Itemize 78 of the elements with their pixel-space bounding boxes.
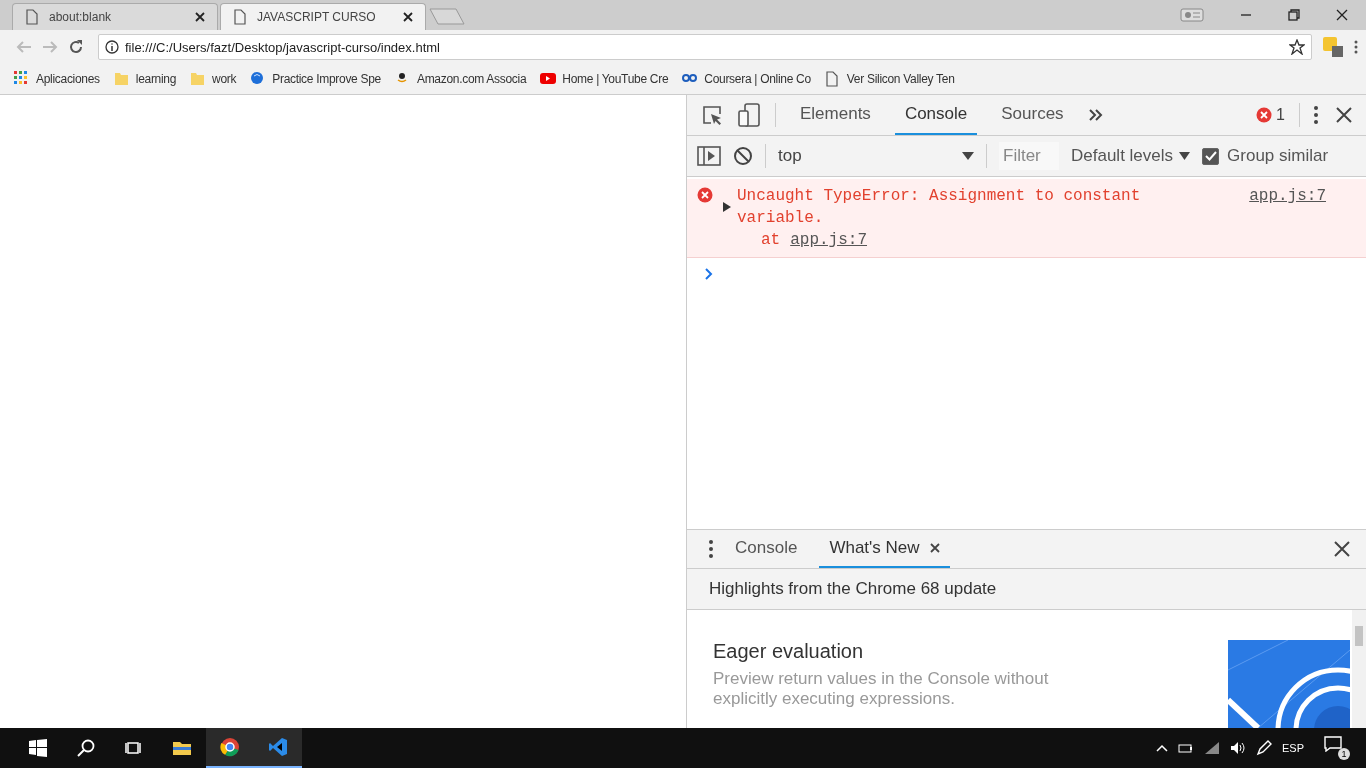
close-icon[interactable] — [195, 12, 205, 22]
bookmark[interactable]: learning — [113, 71, 177, 87]
source-link[interactable]: app.js:7 — [790, 229, 867, 251]
page-icon — [25, 9, 39, 25]
message-icon — [1324, 736, 1342, 752]
bookmark[interactable]: Amazon.com Associa — [394, 71, 527, 87]
address-bar[interactable]: file:///C:/Users/fazt/Desktop/javascript-curso/index.html — [98, 34, 1312, 60]
dropdown-icon — [1179, 152, 1191, 160]
person-icon[interactable] — [1180, 8, 1204, 22]
bookmark[interactable]: Aplicaciones — [14, 71, 100, 87]
dropdown-icon — [962, 152, 974, 160]
menu-icon[interactable] — [709, 540, 713, 558]
notification-badge: 1 — [1338, 748, 1350, 760]
error-message: Uncaught TypeError: Assignment to constant variable. — [737, 186, 1142, 229]
filter-field[interactable]: Filter — [999, 142, 1059, 170]
code-editor-icon — [268, 737, 288, 757]
close-icon[interactable] — [929, 543, 940, 553]
close-icon[interactable] — [403, 12, 413, 22]
info-icon — [105, 40, 119, 54]
folder-icon — [113, 71, 130, 87]
search-icon[interactable] — [77, 739, 95, 757]
battery-icon[interactable] — [1178, 742, 1194, 754]
device-icon[interactable] — [737, 103, 761, 127]
wifi-icon[interactable] — [1204, 741, 1220, 755]
play-icon — [540, 71, 557, 87]
inspect-icon[interactable] — [701, 104, 723, 126]
error-icon — [1256, 107, 1273, 123]
star-icon[interactable] — [1289, 39, 1305, 55]
browser-tab[interactable]: JAVASCRIPT CURSO — [220, 3, 426, 30]
folder-icon — [190, 71, 207, 87]
page-icon — [233, 9, 247, 25]
error-counter[interactable]: 1 — [1256, 106, 1285, 124]
bookmark[interactable]: Practice Improve Spe — [250, 71, 381, 87]
bookmark[interactable]: work — [190, 71, 237, 87]
reload-icon[interactable] — [68, 39, 84, 55]
checkbox[interactable] — [1202, 147, 1220, 165]
devtools-tab[interactable]: Elements — [790, 95, 881, 135]
menu-icon[interactable] — [1354, 40, 1358, 54]
clear-icon[interactable] — [733, 146, 753, 166]
context-select[interactable]: top — [778, 146, 974, 166]
taskbar-app[interactable] — [254, 728, 302, 768]
expand-triangle-icon[interactable] — [723, 202, 731, 212]
close-icon[interactable] — [1336, 9, 1348, 21]
notification-button[interactable]: 1 — [1324, 736, 1350, 760]
checkbox-label: Group similar — [1227, 146, 1329, 166]
trace-text: at — [761, 230, 781, 251]
browser-tab[interactable]: about:blank — [12, 3, 218, 30]
devtools-tab[interactable]: Sources — [991, 95, 1074, 135]
chrome-icon — [220, 737, 240, 757]
drawer-tab[interactable]: Console — [725, 530, 808, 568]
apps-grid-icon — [14, 71, 30, 87]
sidebar-icon[interactable] — [697, 146, 721, 166]
pen-icon[interactable] — [1256, 740, 1272, 756]
source-link[interactable]: app.js:7 — [1249, 185, 1326, 207]
drawer-header: Highlights from the Chrome 68 update — [687, 569, 1366, 610]
chevron-up-icon[interactable] — [1156, 744, 1168, 752]
page-icon — [824, 71, 841, 87]
checkmark-icon — [1204, 151, 1217, 161]
windows-start-icon[interactable] — [29, 739, 47, 757]
close-icon[interactable] — [1336, 107, 1352, 123]
article-description: Preview return values in the Console without explicitly executing expressions. — [713, 669, 1050, 709]
language-indicator[interactable]: ESP — [1282, 742, 1304, 754]
more-tabs-icon[interactable] — [1087, 108, 1104, 122]
prompt-chevron-icon — [705, 268, 713, 280]
scrollbar[interactable] — [1352, 610, 1366, 728]
taskbar-app[interactable] — [206, 728, 254, 768]
bookmark[interactable]: Home | YouTube Cre — [540, 71, 669, 87]
extension-icon[interactable] — [1322, 36, 1344, 58]
bookmark[interactable]: Coursera | Online Co — [682, 71, 811, 87]
bookmark[interactable]: Ver Silicon Valley Ten — [824, 71, 955, 87]
error-icon — [697, 187, 713, 203]
article-title: Eager evaluation — [713, 640, 865, 663]
restore-icon[interactable] — [1288, 9, 1300, 21]
levels-dropdown[interactable]: Default levels — [1071, 146, 1191, 166]
menu-icon[interactable] — [1314, 106, 1318, 124]
task-view-icon[interactable] — [125, 739, 143, 757]
close-icon[interactable] — [1334, 541, 1350, 557]
speaker-icon[interactable] — [1230, 741, 1246, 755]
